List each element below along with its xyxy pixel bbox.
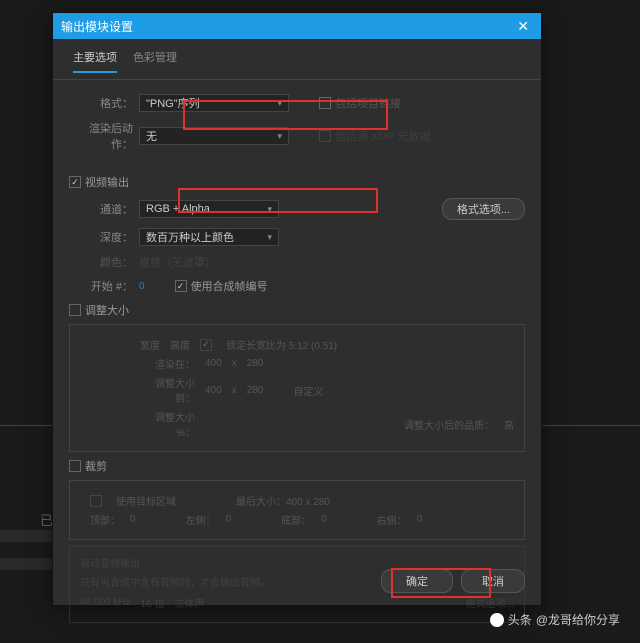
use-comp-frame-label: 使用合成帧编号	[191, 278, 268, 294]
include-project-link-checkbox[interactable]	[319, 97, 331, 109]
use-target-checkbox	[90, 495, 102, 507]
crop-checkbox[interactable]	[69, 460, 81, 472]
channels-label: 通道：	[69, 201, 139, 217]
color-value: 直接（无遮罩）	[139, 254, 216, 270]
color-label: 颜色：	[69, 254, 139, 270]
resize-title: 调整大小	[85, 302, 129, 318]
include-project-link-label: 包括项目链接	[335, 95, 401, 111]
auto-audio-label: 自动音频输出	[80, 555, 514, 570]
crop-bottom-value: 0	[321, 514, 327, 525]
resize-section: 宽度 高度 锁定长宽比为 5:12 (0.51) 渲染在： 400 x 280 …	[69, 324, 525, 452]
post-action-value: 无	[146, 128, 157, 144]
use-target-label: 使用目标区域	[116, 493, 176, 508]
crop-bottom-label: 底部：	[281, 512, 311, 527]
crop-top-label: 顶部：	[90, 512, 120, 527]
channels-select[interactable]: RGB + Alpha ▾	[139, 200, 279, 218]
chevron-down-icon: ▾	[277, 131, 282, 142]
tab-main-options[interactable]: 主要选项	[73, 49, 117, 73]
include-source-checkbox	[319, 130, 331, 142]
output-module-settings-dialog: 输出模块设置 ✕ 主要选项 色彩管理 格式： "PNG"序列 ▾ 包括项目链接 …	[52, 12, 542, 606]
tab-color-management[interactable]: 色彩管理	[133, 49, 177, 73]
resize-width-label: 宽度	[140, 337, 160, 352]
resize-quality-label: 调整大小后的品质：	[404, 417, 494, 432]
depth-label: 深度：	[69, 229, 139, 245]
video-output-checkbox[interactable]	[69, 176, 81, 188]
watermark-brand: 头条	[508, 611, 532, 628]
lock-ratio-label: 锁定长宽比为 5:12 (0.51)	[226, 337, 337, 352]
target-height: 280	[247, 385, 264, 396]
close-icon[interactable]: ✕	[513, 18, 533, 35]
resize-to-label: 调整大小到：	[140, 375, 195, 405]
resize-height-label: 高度	[170, 337, 190, 352]
render-height: 280	[247, 358, 264, 369]
crop-top-value: 0	[130, 514, 136, 525]
watermark-author: @龙哥给你分享	[536, 611, 620, 628]
resize-pct-label: 调整大小 %：	[140, 409, 195, 439]
crop-right-label: 右侧：	[377, 512, 407, 527]
start-number-label: 开始 #：	[69, 278, 139, 294]
depth-select[interactable]: 数百万种以上颜色 ▾	[139, 228, 279, 246]
resize-custom: 自定义	[293, 383, 323, 398]
format-select[interactable]: "PNG"序列 ▾	[139, 94, 289, 112]
video-output-label: 视频输出	[85, 174, 129, 190]
resize-quality-value: 高	[504, 417, 514, 432]
crop-left-label: 左侧：	[186, 512, 216, 527]
dialog-titlebar: 输出模块设置 ✕	[53, 13, 541, 39]
audio-bit: 16 位	[141, 595, 165, 610]
crop-title: 裁剪	[85, 458, 107, 474]
audio-format-options: 格式选项...	[466, 595, 514, 610]
include-source-label: 包括源 XMP 元数据	[335, 128, 431, 144]
ok-button[interactable]: 确定	[381, 569, 453, 593]
chevron-down-icon: ▾	[277, 98, 282, 109]
depth-value: 数百万种以上颜色	[146, 229, 234, 245]
render-at-label: 渲染在：	[140, 356, 195, 371]
format-label: 格式：	[69, 95, 139, 111]
post-action-select[interactable]: 无 ▾	[139, 127, 289, 145]
final-size-label: 最后大小：400 x 280	[236, 493, 330, 508]
format-value: "PNG"序列	[146, 95, 200, 111]
audio-channels: 立体声	[175, 595, 205, 610]
start-number-value[interactable]: 0	[139, 281, 145, 292]
chevron-down-icon: ▾	[267, 232, 272, 243]
cancel-button[interactable]: 取消	[461, 569, 525, 593]
chevron-down-icon: ▾	[267, 204, 272, 215]
crop-right-value: 0	[417, 514, 423, 525]
target-width: 400	[205, 385, 222, 396]
post-action-label: 渲染后动作：	[69, 120, 139, 152]
render-width: 400	[205, 358, 222, 369]
dialog-title: 输出模块设置	[61, 18, 133, 35]
toutiao-icon	[490, 613, 504, 627]
format-options-button[interactable]: 格式选项...	[442, 198, 525, 220]
use-comp-frame-checkbox[interactable]	[175, 280, 187, 292]
crop-left-value: 0	[226, 514, 232, 525]
tabs: 主要选项 色彩管理	[53, 39, 541, 80]
watermark: 头条 @龙哥给你分享	[490, 611, 620, 628]
resize-checkbox[interactable]	[69, 304, 81, 316]
audio-rate: 48.000 kHz	[80, 597, 131, 608]
channels-value: RGB + Alpha	[146, 203, 210, 215]
crop-section: 使用目标区域 最后大小：400 x 280 顶部： 0 左侧： 0 底部： 0 …	[69, 480, 525, 540]
lock-ratio-checkbox	[200, 339, 212, 351]
